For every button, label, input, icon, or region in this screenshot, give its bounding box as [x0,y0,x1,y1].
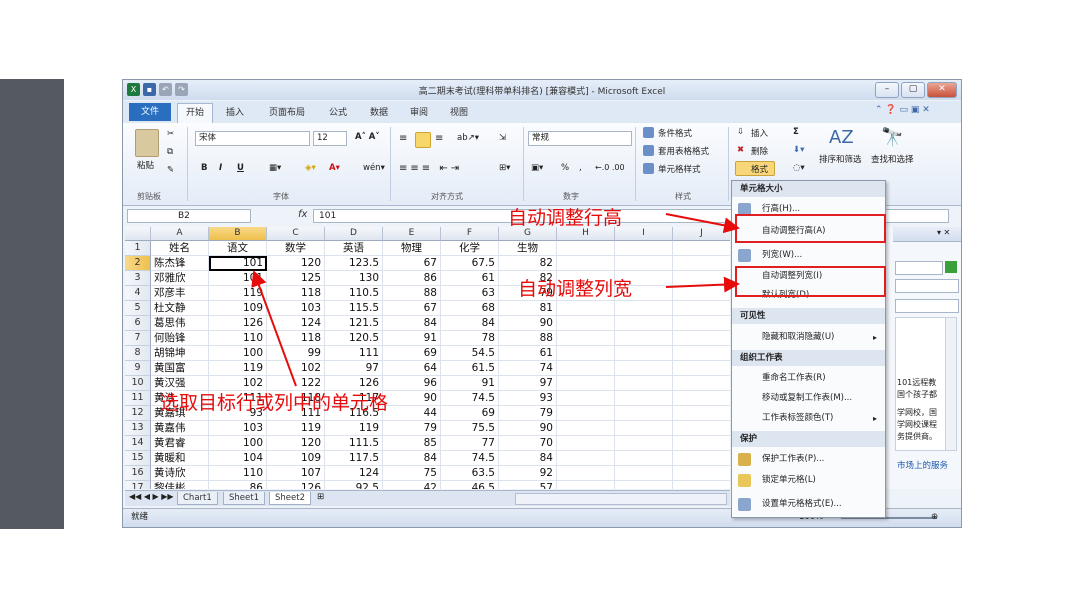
arrow-select-cell [251,270,297,387]
arrow-autofit-row [665,213,740,234]
arrow-autofit-col [665,276,740,293]
annotation-arrows [251,213,740,387]
